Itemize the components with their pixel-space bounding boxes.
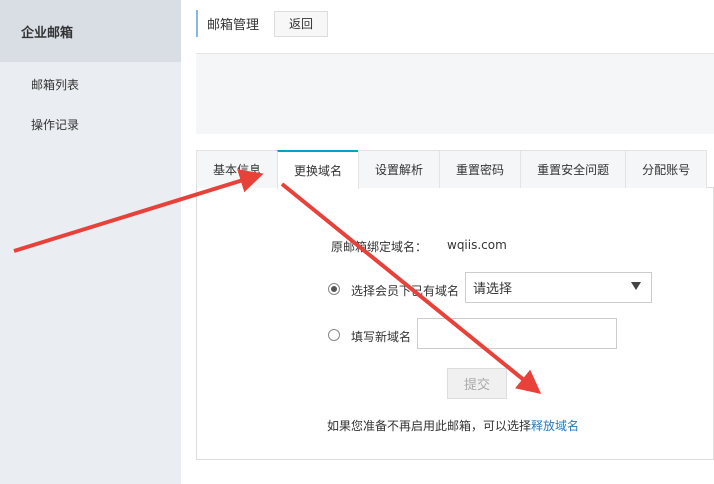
release-domain-link[interactable]: 释放域名 — [531, 419, 579, 433]
select-value: 请选择 — [473, 282, 513, 297]
tab-reset-security-question[interactable]: 重置安全问题 — [520, 150, 627, 188]
release-note: 如果您准备不再启用此邮箱，可以选择释放域名 — [327, 417, 579, 434]
original-domain-value: wqiis.com — [447, 238, 507, 252]
radio-existing-domain[interactable] — [328, 283, 340, 295]
new-domain-input[interactable] — [417, 318, 617, 349]
sidebar-item-operation-log[interactable]: 操作记录 — [0, 104, 181, 144]
tab-change-domain[interactable]: 更换域名 — [277, 150, 360, 189]
original-domain-label: 原邮箱绑定域名： — [331, 240, 428, 254]
chevron-down-icon — [631, 282, 641, 290]
sidebar-nav: 邮箱列表 操作记录 — [0, 62, 181, 144]
tab-bar: 基本信息 更换域名 设置解析 重置密码 重置安全问题 分配账号 — [196, 150, 714, 189]
existing-domain-select[interactable]: 请选择 — [465, 272, 652, 303]
submit-button[interactable]: 提交 — [447, 368, 507, 399]
page-header: 邮箱管理 返回 — [196, 10, 329, 37]
option-new-label: 填写新域名 — [351, 330, 412, 344]
radio-new-domain[interactable] — [328, 329, 340, 341]
option-existing-label: 选择会员下已有域名 — [351, 284, 460, 298]
tab-assign-account[interactable]: 分配账号 — [625, 150, 708, 188]
page-title: 邮箱管理 — [207, 18, 260, 33]
back-button[interactable]: 返回 — [274, 10, 329, 37]
sidebar: 企业邮箱 邮箱列表 操作记录 — [0, 0, 181, 484]
sidebar-title: 企业邮箱 — [0, 0, 181, 62]
info-panel — [196, 53, 714, 134]
title-accent-bar — [196, 10, 198, 37]
tab-set-resolution[interactable]: 设置解析 — [358, 150, 441, 188]
release-note-text: 如果您准备不再启用此邮箱，可以选择 — [327, 419, 532, 433]
sidebar-item-mailbox-list[interactable]: 邮箱列表 — [0, 64, 181, 104]
tab-basic-info[interactable]: 基本信息 — [196, 150, 279, 188]
tab-reset-password[interactable]: 重置密码 — [439, 150, 522, 188]
